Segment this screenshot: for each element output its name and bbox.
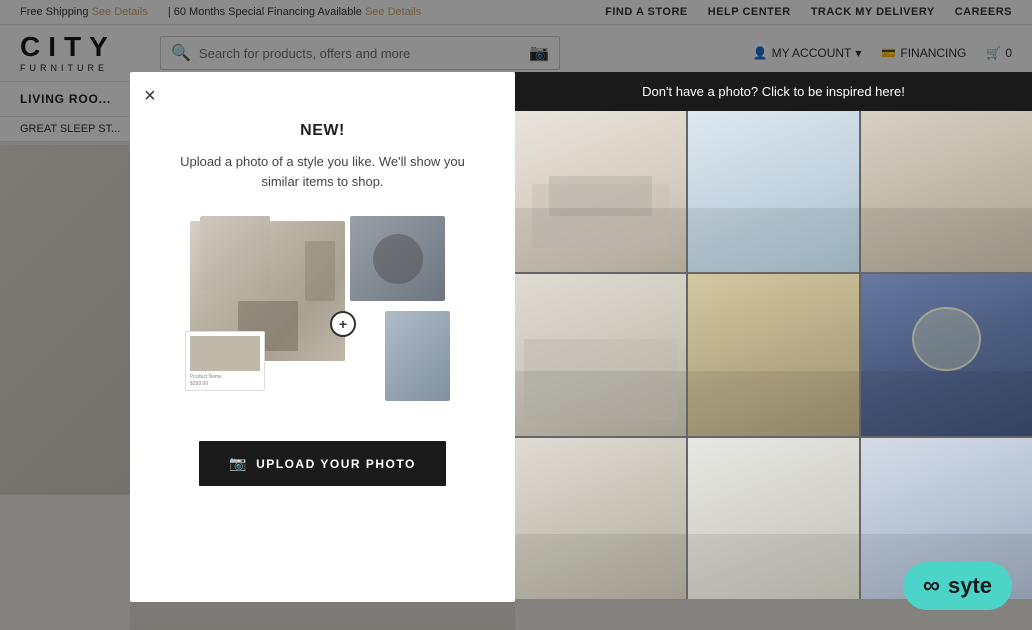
- inspiration-photo-8[interactable]: [688, 438, 859, 599]
- inspiration-header[interactable]: Don't have a photo? Click to be inspired…: [515, 72, 1032, 111]
- modal-new-badge: NEW!: [300, 122, 345, 140]
- modal-content: NEW! Upload a photo of a style you like.…: [130, 72, 515, 602]
- modal-description: Upload a photo of a style you like. We'l…: [170, 152, 475, 191]
- upload-photo-modal: × NEW! Upload a photo of a style you lik…: [130, 72, 515, 602]
- syte-logo-icon: ∞: [923, 572, 940, 600]
- camera-upload-icon: 📷: [229, 455, 248, 472]
- modal-close-button[interactable]: ×: [144, 86, 156, 106]
- inspiration-photo-6[interactable]: [861, 274, 1032, 435]
- inspiration-photo-5[interactable]: [688, 274, 859, 435]
- inspiration-photo-3[interactable]: [861, 111, 1032, 272]
- photo-collage: + Product Name$299.00: [170, 211, 475, 411]
- upload-photo-button[interactable]: 📷 UPLOAD YOUR PHOTO: [199, 441, 446, 486]
- inspiration-photo-4[interactable]: [515, 274, 686, 435]
- collage-bottom-right: [385, 311, 450, 401]
- collage-small-left: [200, 216, 270, 291]
- product-card-image: [190, 336, 260, 371]
- inspiration-photo-7[interactable]: [515, 438, 686, 599]
- product-card-text: Product Name$299.00: [190, 374, 260, 387]
- syte-badge: ∞ syte: [903, 562, 1012, 610]
- syte-brand-name: syte: [948, 573, 992, 599]
- inspiration-photo-1[interactable]: [515, 111, 686, 272]
- plus-badge: +: [330, 311, 356, 337]
- inspiration-photo-2[interactable]: [688, 111, 859, 272]
- inspiration-panel: Don't have a photo? Click to be inspired…: [515, 72, 1032, 602]
- inspiration-photo-grid: [515, 111, 1032, 599]
- collage-top-right: [350, 216, 445, 301]
- product-card-preview: Product Name$299.00: [185, 331, 265, 391]
